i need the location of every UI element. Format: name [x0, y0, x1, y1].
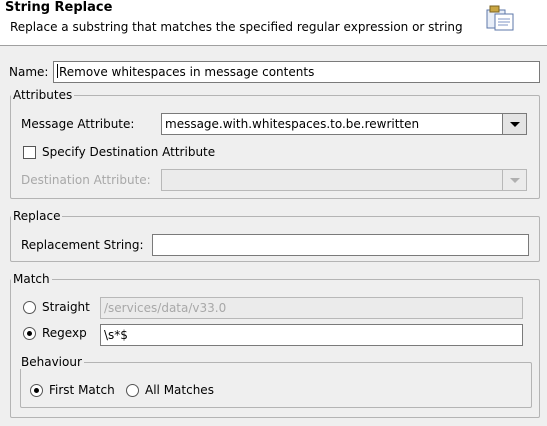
dialog-title: String Replace	[5, 0, 113, 15]
match-group-title: Match	[11, 272, 52, 286]
behaviour-group-title: Behaviour	[19, 355, 84, 369]
message-attribute-dropdown-button[interactable]	[503, 113, 527, 135]
text-caret	[57, 64, 58, 78]
all-matches-radio[interactable]	[126, 384, 139, 397]
regexp-radio[interactable]	[23, 327, 36, 340]
straight-input-value: /services/data/v33.0	[104, 301, 227, 315]
regexp-input-value: \s*$	[104, 328, 128, 342]
straight-input[interactable]: /services/data/v33.0	[100, 297, 523, 319]
name-label: Name:	[9, 65, 49, 79]
replacement-string-label: Replacement String:	[21, 238, 144, 252]
destination-attribute-label: Destination Attribute:	[21, 173, 151, 187]
straight-label: Straight	[42, 300, 90, 314]
regexp-label: Regexp	[42, 326, 87, 340]
replacement-string-input[interactable]	[152, 234, 529, 256]
dialog-banner-icon	[486, 5, 514, 31]
destination-attribute-combo[interactable]	[161, 169, 503, 191]
replace-group-title: Replace	[11, 209, 63, 223]
dialog-description: Replace a substring that matches the spe…	[10, 20, 463, 34]
specify-destination-checkbox[interactable]	[23, 146, 36, 159]
first-match-radio[interactable]	[30, 384, 43, 397]
destination-attribute-dropdown-button[interactable]	[503, 169, 527, 191]
attributes-group-title: Attributes	[11, 88, 75, 102]
first-match-label: First Match	[49, 383, 115, 397]
all-matches-label: All Matches	[145, 383, 214, 397]
specify-destination-label: Specify Destination Attribute	[42, 145, 216, 159]
dialog-header: String Replace Replace a substring that …	[0, 0, 547, 46]
name-input-value: Remove whitespaces in message contents	[59, 65, 315, 79]
message-attribute-value: message.with.whitespaces.to.be.rewritten	[165, 117, 420, 131]
message-attribute-combo[interactable]: message.with.whitespaces.to.be.rewritten	[161, 113, 503, 135]
message-attribute-label: Message Attribute:	[21, 117, 135, 131]
regexp-input[interactable]: \s*$	[100, 324, 523, 346]
name-input[interactable]: Remove whitespaces in message contents	[53, 61, 540, 83]
straight-radio[interactable]	[23, 301, 36, 314]
